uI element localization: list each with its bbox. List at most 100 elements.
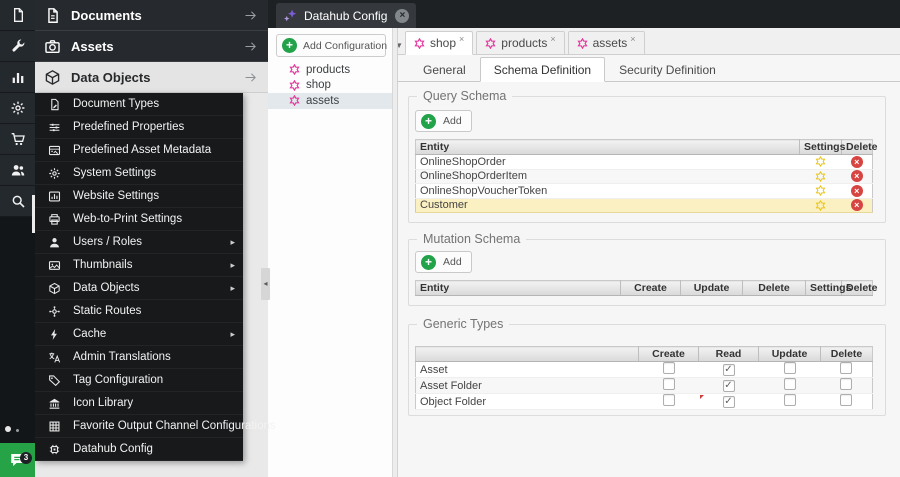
panel-splitter[interactable] <box>393 28 398 477</box>
tab-schema-definition[interactable]: Schema Definition <box>479 57 606 82</box>
nav-documents-button[interactable] <box>0 0 35 31</box>
menu-item-tag-configuration[interactable]: Tag Configuration <box>35 369 243 392</box>
column-header-delete[interactable]: Delete <box>841 139 878 155</box>
menu-item-document-types[interactable]: Document Types <box>35 93 243 116</box>
settings-icon[interactable] <box>815 185 826 196</box>
nav-users-button[interactable] <box>0 155 35 186</box>
table-row[interactable]: OnlineShopVoucherToken × <box>415 183 873 199</box>
column-header-settings[interactable]: Settings <box>805 280 851 296</box>
column-header-delete2[interactable]: Delete <box>841 280 878 296</box>
checkbox-update[interactable] <box>783 394 796 406</box>
submenu-caret-icon: ▸ <box>230 282 235 293</box>
tab-security-definition[interactable]: Security Definition <box>605 57 730 82</box>
close-icon[interactable]: × <box>459 34 464 44</box>
checkbox-create[interactable] <box>662 394 675 406</box>
translate-icon <box>48 351 61 364</box>
column-header-read[interactable]: Read <box>698 346 759 362</box>
table-row[interactable]: Asset Folder ✓ <box>415 377 873 394</box>
tab-general[interactable]: General <box>409 57 480 82</box>
tab-assets[interactable]: assets × <box>567 31 645 55</box>
arrow-right-icon <box>243 70 258 85</box>
workspace-tab-datahub-config[interactable]: Datahub Config × <box>276 3 417 28</box>
menu-item-cache[interactable]: Cache ▸ <box>35 323 243 346</box>
nav-ecommerce-button[interactable] <box>0 124 35 155</box>
nav-search-button[interactable] <box>0 186 35 217</box>
add-configuration-button[interactable]: + Add Configuration ▼ <box>276 34 403 57</box>
column-header-create[interactable]: Create <box>620 280 681 296</box>
sidebar-section-documents[interactable]: Documents <box>35 0 268 31</box>
query-schema-table: Entity Settings Delete OnlineShopOrder ×… <box>415 139 878 213</box>
close-icon[interactable]: × <box>630 34 635 44</box>
table-row-selected[interactable]: Customer × <box>415 198 873 213</box>
menu-item-website-settings[interactable]: Website Settings <box>35 185 243 208</box>
checkbox-create[interactable] <box>662 378 675 390</box>
mutation-schema-add-button[interactable]: + Add <box>415 251 472 273</box>
column-header-create[interactable]: Create <box>638 346 699 362</box>
delete-icon[interactable]: × <box>850 155 863 168</box>
type-cell: Asset Folder <box>415 377 639 394</box>
tree-item-assets[interactable]: assets <box>268 93 392 109</box>
menu-item-data-objects[interactable]: Data Objects ▸ <box>35 277 243 300</box>
checkbox-read[interactable]: ✓ <box>722 380 735 392</box>
delete-icon[interactable]: × <box>850 170 863 183</box>
entity-cell: OnlineShopVoucherToken <box>415 183 800 199</box>
checkbox-read[interactable]: ✓ <box>722 364 735 376</box>
tag-icon <box>48 374 61 387</box>
checkbox-update[interactable] <box>783 362 796 374</box>
menu-item-datahub-config[interactable]: Datahub Config <box>35 438 243 461</box>
chat-button[interactable]: 3 <box>0 443 35 477</box>
menu-item-admin-translations[interactable]: Admin Translations <box>35 346 243 369</box>
settings-icon[interactable] <box>815 156 826 167</box>
checkbox-update[interactable] <box>783 378 796 390</box>
menu-item-static-routes[interactable]: Static Routes <box>35 300 243 323</box>
sidebar-section-data-objects[interactable]: Data Objects <box>35 62 268 93</box>
menu-item-web-to-print[interactable]: Web-to-Print Settings <box>35 208 243 231</box>
checkbox-delete[interactable] <box>840 362 853 374</box>
table-row[interactable]: OnlineShopOrderItem × <box>415 169 873 184</box>
tab-shop[interactable]: shop × <box>405 31 474 55</box>
table-row[interactable]: OnlineShopOrder × <box>415 154 873 170</box>
chat-badge: 3 <box>20 452 32 464</box>
column-header-settings[interactable]: Settings <box>799 139 845 155</box>
settings-icon[interactable] <box>815 200 826 211</box>
menu-item-users-roles[interactable]: Users / Roles ▸ <box>35 231 243 254</box>
checkbox-delete[interactable] <box>840 378 853 390</box>
column-header-entity[interactable]: Entity <box>415 280 621 296</box>
settings-icon[interactable] <box>815 171 826 182</box>
close-icon[interactable]: × <box>395 8 410 23</box>
menu-item-thumbnails[interactable]: Thumbnails ▸ <box>35 254 243 277</box>
menu-item-system-settings[interactable]: System Settings <box>35 162 243 185</box>
table-row[interactable]: Object Folder ✓ <box>415 393 873 410</box>
checkbox-delete[interactable] <box>840 394 853 406</box>
table-row[interactable]: Asset ✓ <box>415 361 873 378</box>
tree-item-products[interactable]: products <box>268 62 392 78</box>
menu-item-predefined-properties[interactable]: Predefined Properties <box>35 116 243 139</box>
column-header-entity[interactable]: Entity <box>415 139 800 155</box>
column-header-update[interactable]: Update <box>680 280 743 296</box>
delete-icon[interactable]: × <box>850 199 863 212</box>
menu-item-predefined-asset-metadata[interactable]: Predefined Asset Metadata <box>35 139 243 162</box>
nav-reports-button[interactable] <box>0 62 35 93</box>
delete-icon[interactable]: × <box>850 184 863 197</box>
schema-definition-content: Query Schema + Add Entity Settings Delet… <box>398 89 900 416</box>
checkbox-read[interactable]: ✓ <box>722 396 735 408</box>
tree-item-shop[interactable]: shop <box>268 78 392 94</box>
column-header-delete[interactable]: Delete <box>742 280 806 296</box>
checkbox-create[interactable] <box>662 362 675 374</box>
menu-item-icon-library[interactable]: Icon Library <box>35 392 243 415</box>
nav-tools-button[interactable] <box>0 31 35 62</box>
column-header-delete[interactable]: Delete <box>820 346 873 362</box>
close-icon[interactable]: × <box>550 34 555 44</box>
status-dot-small <box>16 429 19 432</box>
tree-item-label: products <box>306 63 351 76</box>
query-schema-add-button[interactable]: + Add <box>415 110 472 132</box>
sidebar-section-assets[interactable]: Assets <box>35 31 268 62</box>
column-header-update[interactable]: Update <box>758 346 821 362</box>
tab-products[interactable]: products × <box>476 31 565 55</box>
mutation-schema-table: Entity Create Update Delete Settings Del… <box>415 280 878 296</box>
menu-item-favorite-output-channels[interactable]: Favorite Output Channel Configurations <box>35 415 276 438</box>
settings-menu: Document Types Predefined Properties Pre… <box>35 93 276 461</box>
plus-icon: + <box>421 113 436 129</box>
nav-settings-button[interactable] <box>0 93 35 124</box>
sidebar-collapse-handle[interactable]: ◂ <box>261 268 270 300</box>
